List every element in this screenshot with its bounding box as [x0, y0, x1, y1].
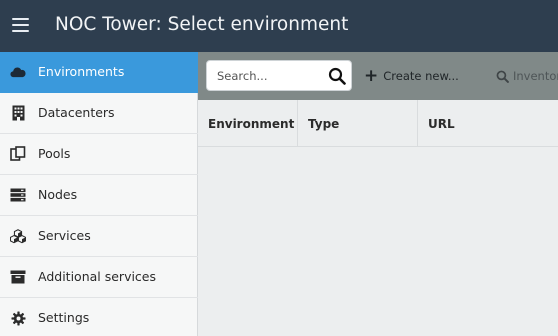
sidebar-item-label: Services	[38, 228, 91, 243]
search-input[interactable]	[207, 61, 325, 90]
sidebar-item-environments[interactable]: Environments	[0, 52, 198, 93]
sidebar-item-label: Nodes	[38, 187, 78, 202]
sidebar-item-settings[interactable]: Settings	[0, 298, 198, 336]
sidebar-item-additional-services[interactable]: Additional services	[0, 257, 198, 298]
create-new-label: Create new...	[383, 69, 459, 83]
inventory-label: Inventory	[513, 69, 558, 83]
sidebar-item-label: Pools	[38, 146, 71, 161]
column-header-environment[interactable]: Environment	[198, 100, 298, 147]
search-box	[206, 60, 352, 91]
sidebar-item-label: Datacenters	[38, 105, 115, 120]
inventory-button[interactable]: Inventory	[496, 67, 558, 85]
plus-icon: +	[364, 65, 379, 86]
sidebar-item-label: Settings	[38, 310, 90, 325]
table-body	[198, 147, 558, 336]
page-title: NOC Tower: Select environment	[55, 14, 349, 35]
sidebar: Environments Datacenters Pools Nodes Ser…	[0, 52, 198, 336]
column-header-url[interactable]: URL	[418, 100, 558, 147]
sidebar-item-label: Additional services	[38, 269, 157, 284]
top-bar: NOC Tower: Select environment	[0, 0, 558, 52]
cloud-icon	[10, 64, 26, 80]
archive-icon	[10, 269, 26, 285]
table-header: Environment Type URL	[198, 100, 558, 147]
menu-icon[interactable]	[12, 18, 29, 32]
sidebar-item-services[interactable]: Services	[0, 216, 198, 257]
server-icon	[10, 187, 26, 203]
sidebar-item-datacenters[interactable]: Datacenters	[0, 93, 198, 134]
search-icon[interactable]	[328, 67, 346, 85]
building-icon	[10, 105, 26, 121]
cubes-icon	[10, 228, 26, 244]
sidebar-item-label: Environments	[38, 64, 125, 79]
column-header-type[interactable]: Type	[298, 100, 418, 147]
search-icon	[496, 70, 509, 83]
create-new-button[interactable]: + Create new...	[364, 67, 459, 85]
sidebar-item-nodes[interactable]: Nodes	[0, 175, 198, 216]
sidebar-item-pools[interactable]: Pools	[0, 134, 198, 175]
pools-icon	[10, 146, 26, 162]
gear-icon	[10, 310, 26, 326]
toolbar: + Create new... Inventory	[198, 52, 558, 100]
